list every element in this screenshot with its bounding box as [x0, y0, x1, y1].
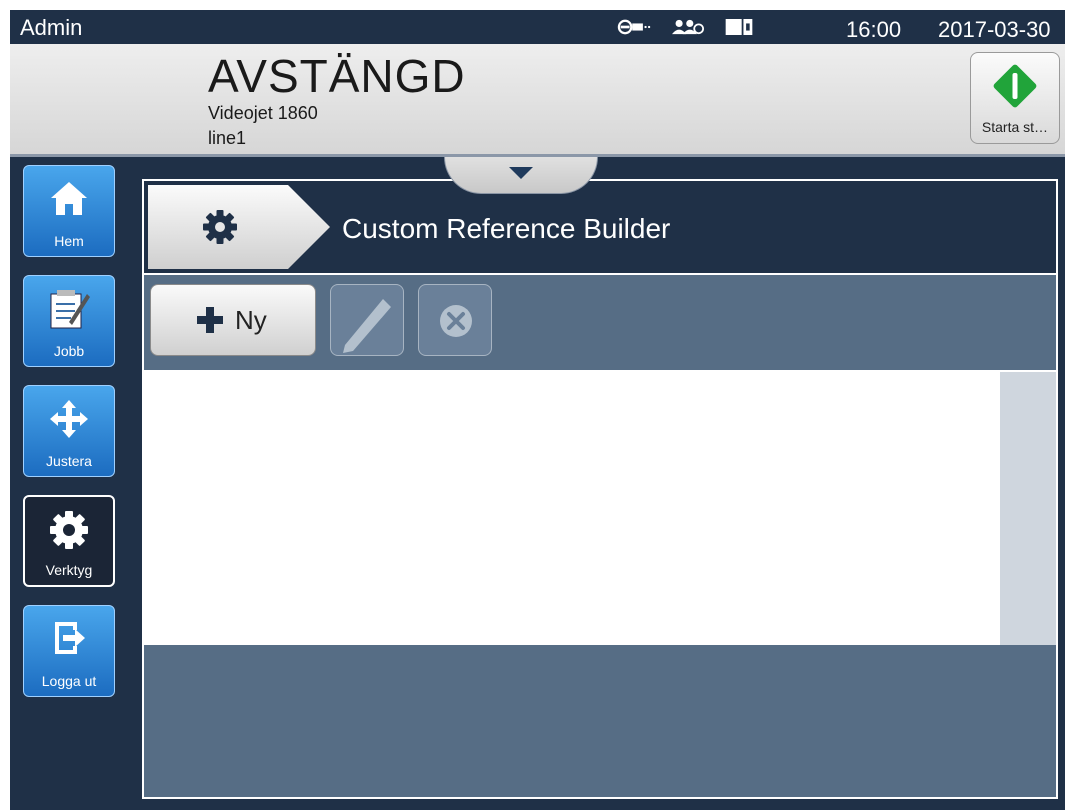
start-button[interactable]: Starta st… — [970, 52, 1060, 144]
nav-label: Jobb — [53, 343, 85, 359]
delete-button[interactable] — [418, 284, 492, 356]
status-bar: Admin 16:00 2017-03-30 — [10, 10, 1065, 44]
page-title: Custom Reference Builder — [342, 213, 671, 244]
clock-date: 2017-03-30 — [938, 17, 1051, 42]
users-icon — [672, 19, 704, 35]
reference-list[interactable] — [144, 370, 1056, 647]
start-button-label: Starta st… — [981, 119, 1049, 135]
printer-header: AVSTÄNGD Videojet 1860 line1 Starta st… — [10, 44, 1065, 157]
plus-icon — [197, 307, 223, 333]
move-arrows-icon — [50, 400, 88, 438]
printer-line: line1 — [208, 128, 247, 148]
new-button-label: Ny — [235, 305, 267, 335]
nav-adjust[interactable]: Justera — [23, 385, 115, 477]
nav-home[interactable]: Hem — [23, 165, 115, 257]
side-nav: Hem Jobb Justera Verktyg Logga ut — [10, 157, 130, 810]
toolbar: Ny — [144, 275, 1056, 370]
nav-label: Justera — [46, 453, 92, 469]
start-icon — [993, 64, 1037, 108]
footer-panel — [144, 645, 1056, 797]
main-area: Custom Reference Builder Ny — [130, 157, 1065, 810]
delete-circle-icon — [440, 305, 472, 337]
new-button[interactable]: Ny — [150, 284, 316, 356]
nav-jobs[interactable]: Jobb — [23, 275, 115, 367]
clock-time: 16:00 — [846, 17, 902, 42]
nav-label: Hem — [54, 233, 84, 249]
logout-icon — [55, 622, 85, 654]
job-clipboard-icon — [50, 290, 90, 329]
gear-icon — [50, 511, 88, 549]
expand-header-tab[interactable] — [444, 157, 598, 194]
connection-icon — [617, 19, 651, 35]
ink-cartridge-icon — [725, 19, 753, 35]
home-icon — [51, 182, 87, 215]
nav-logout[interactable]: Logga ut — [23, 605, 115, 697]
content-panel: Custom Reference Builder Ny — [142, 179, 1058, 799]
page-title-bar: Custom Reference Builder — [144, 181, 1056, 275]
nav-label: Logga ut — [41, 673, 97, 689]
nav-label: Verktyg — [45, 562, 93, 578]
gear-icon — [203, 210, 237, 244]
edit-button[interactable] — [330, 284, 404, 356]
chevron-down-icon — [509, 167, 533, 179]
printer-model: Videojet 1860 — [208, 103, 318, 123]
list-scrollbar[interactable] — [1000, 372, 1056, 645]
nav-tools[interactable]: Verktyg — [23, 495, 115, 587]
title-chevron — [148, 185, 330, 269]
current-user: Admin — [20, 15, 83, 40]
printer-state: AVSTÄNGD — [208, 50, 466, 102]
pencil-icon — [343, 299, 391, 353]
